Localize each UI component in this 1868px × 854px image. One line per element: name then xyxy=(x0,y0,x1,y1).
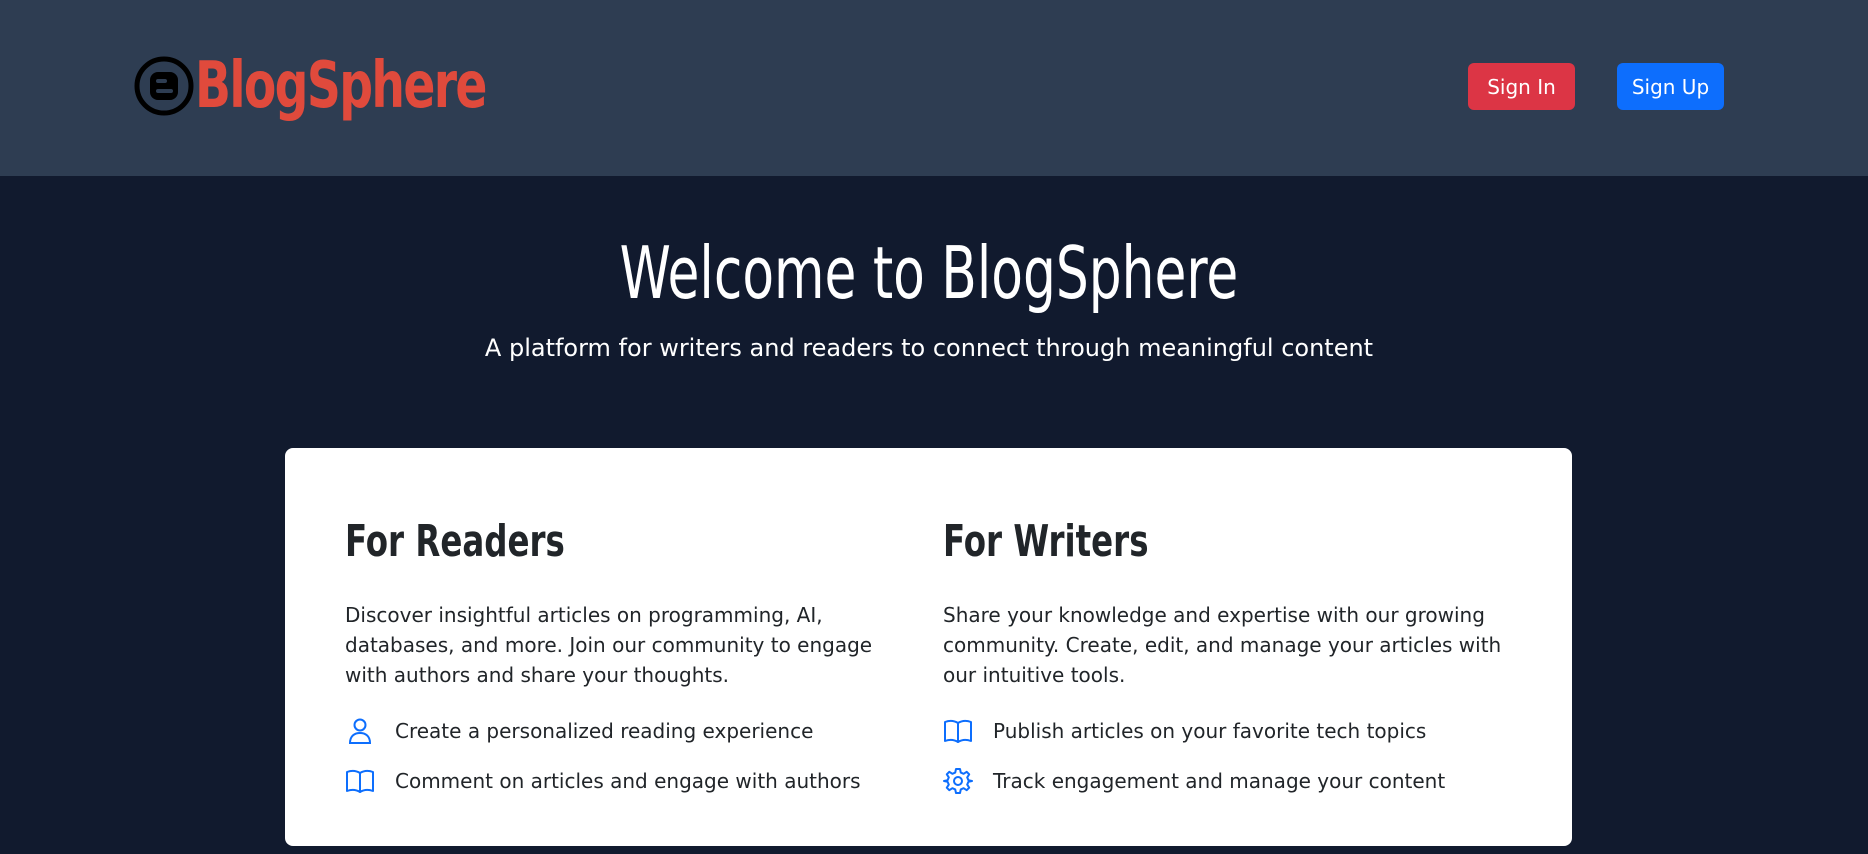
writers-section: For Writers Share your knowledge and exp… xyxy=(943,508,1513,806)
hero-subtitle: A platform for writers and readers to co… xyxy=(484,334,1374,362)
list-item: Create a personalized reading experience xyxy=(345,706,915,756)
readers-title: For Readers xyxy=(345,516,565,567)
feature-label: Track engagement and manage your content xyxy=(993,769,1446,793)
book-icon xyxy=(944,719,972,743)
hero-title: Welcome to BlogSphere xyxy=(619,231,1239,315)
top-navbar: BlogSphere Sign In Sign Up xyxy=(0,0,1868,176)
writers-description: Share your knowledge and expertise with … xyxy=(943,603,1502,687)
readers-description: Discover insightful articles on programm… xyxy=(345,603,873,687)
features-card: For Readers Discover insightful articles… xyxy=(285,448,1572,846)
list-item: Publish articles on your favorite tech t… xyxy=(943,706,1513,756)
person-icon xyxy=(348,718,372,744)
blogger-logo-icon xyxy=(134,56,194,116)
list-item: Track engagement and manage your content xyxy=(943,756,1513,806)
list-item: Comment on articles and engage with auth… xyxy=(345,756,915,806)
feature-label: Create a personalized reading experience xyxy=(395,719,814,743)
readers-section: For Readers Discover insightful articles… xyxy=(345,508,915,806)
sign-up-button[interactable]: Sign Up xyxy=(1617,63,1724,110)
readers-feature-list: Create a personalized reading experience… xyxy=(345,706,915,806)
brand-logo-link[interactable]: BlogSphere xyxy=(133,45,550,127)
writers-feature-list: Publish articles on your favorite tech t… xyxy=(943,706,1513,806)
brand-name: BlogSphere xyxy=(195,49,487,123)
sign-in-button[interactable]: Sign In xyxy=(1468,63,1575,110)
feature-label: Publish articles on your favorite tech t… xyxy=(993,719,1427,743)
feature-label: Comment on articles and engage with auth… xyxy=(395,769,861,793)
book-icon xyxy=(346,769,374,793)
gear-icon xyxy=(943,768,973,794)
writers-title: For Writers xyxy=(943,516,1149,567)
